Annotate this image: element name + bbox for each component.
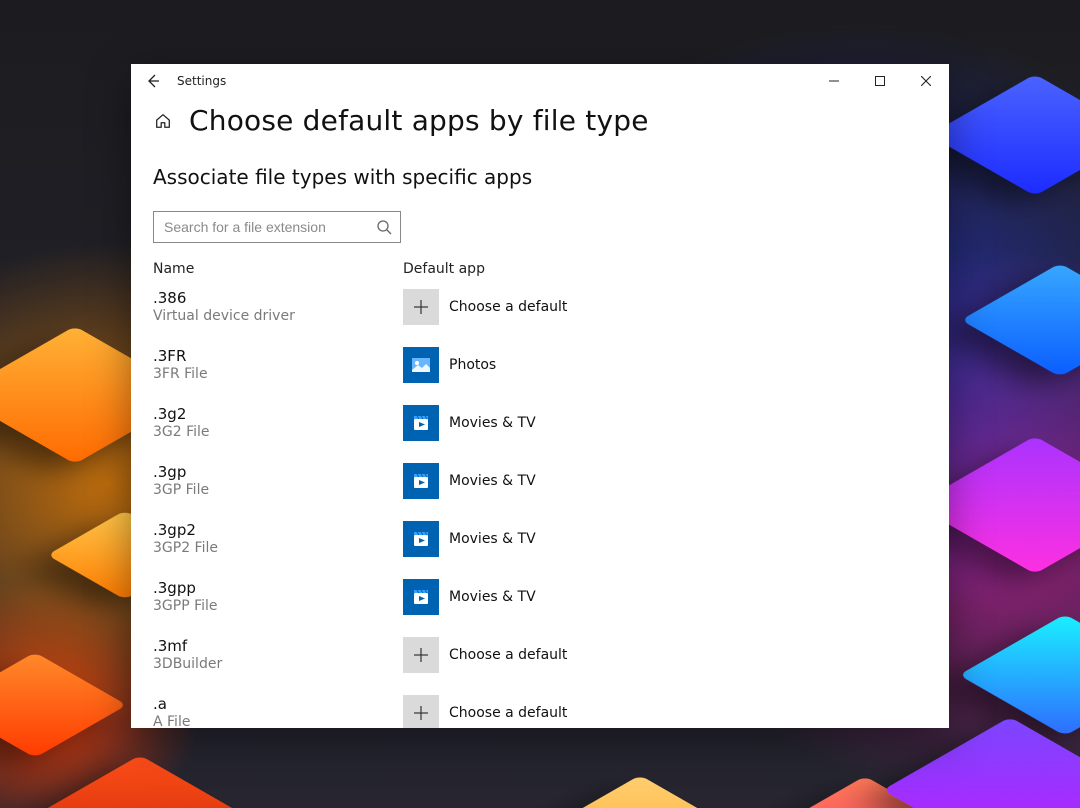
default-app-label: Choose a default: [449, 705, 567, 721]
default-app-selector[interactable]: Movies & TV: [403, 521, 536, 557]
file-type-row: .aA File Choose a default: [153, 695, 927, 728]
settings-window: Settings Choose default apps by file typ…: [131, 64, 949, 728]
page-title: Choose default apps by file type: [189, 104, 649, 137]
default-app-label: Movies & TV: [449, 473, 536, 489]
file-extension: .386: [153, 289, 403, 307]
file-type-list: .386Virtual device driver Choose a defaul…: [153, 289, 927, 728]
default-app-label: Movies & TV: [449, 531, 536, 547]
plus-icon: [403, 289, 439, 325]
file-description: 3DBuilder: [153, 656, 403, 672]
file-type-row: .3gp23GP2 File Movies & TV: [153, 521, 927, 557]
back-button[interactable]: [131, 64, 175, 98]
search-box[interactable]: [153, 211, 401, 243]
file-description: Virtual device driver: [153, 308, 403, 324]
default-app-selector[interactable]: Choose a default: [403, 637, 567, 673]
default-app-label: Photos: [449, 357, 496, 373]
file-type-row: .3mf3DBuilder Choose a default: [153, 637, 927, 673]
plus-icon: [403, 637, 439, 673]
file-description: A File: [153, 714, 403, 728]
column-header-name: Name: [153, 261, 403, 277]
default-app-label: Movies & TV: [449, 415, 536, 431]
movies-app-icon: [403, 521, 439, 557]
file-type-row: .3g23G2 File Movies & TV: [153, 405, 927, 441]
photos-app-icon: [403, 347, 439, 383]
file-type-row: .3gp3GP File Movies & TV: [153, 463, 927, 499]
file-description: 3G2 File: [153, 424, 403, 440]
file-extension: .3gpp: [153, 579, 403, 597]
column-header-default-app: Default app: [403, 261, 927, 277]
close-button[interactable]: [903, 64, 949, 98]
minimize-button[interactable]: [811, 64, 857, 98]
default-app-selector[interactable]: Photos: [403, 347, 496, 383]
titlebar: Settings: [131, 64, 949, 98]
file-extension: .3gp: [153, 463, 403, 481]
movies-app-icon: [403, 405, 439, 441]
default-app-label: Choose a default: [449, 647, 567, 663]
search-input[interactable]: [164, 219, 376, 235]
default-app-selector[interactable]: Choose a default: [403, 695, 567, 728]
file-type-row: .386Virtual device driver Choose a defaul…: [153, 289, 927, 325]
file-type-row: .3gpp3GPP File Movies & TV: [153, 579, 927, 615]
default-app-label: Choose a default: [449, 299, 567, 315]
window-title: Settings: [175, 74, 226, 88]
file-description: 3GP2 File: [153, 540, 403, 556]
search-icon: [376, 219, 392, 235]
file-description: 3GP File: [153, 482, 403, 498]
default-app-selector[interactable]: Movies & TV: [403, 579, 536, 615]
file-extension: .3FR: [153, 347, 403, 365]
default-app-selector[interactable]: Movies & TV: [403, 405, 536, 441]
plus-icon: [403, 695, 439, 728]
file-description: 3FR File: [153, 366, 403, 382]
file-description: 3GPP File: [153, 598, 403, 614]
movies-app-icon: [403, 579, 439, 615]
file-extension: .a: [153, 695, 403, 713]
default-app-selector[interactable]: Movies & TV: [403, 463, 536, 499]
maximize-button[interactable]: [857, 64, 903, 98]
file-extension: .3gp2: [153, 521, 403, 539]
page-subtitle: Associate file types with specific apps: [153, 165, 927, 189]
default-app-label: Movies & TV: [449, 589, 536, 605]
default-app-selector[interactable]: Choose a default: [403, 289, 567, 325]
file-extension: .3mf: [153, 637, 403, 655]
home-icon[interactable]: [153, 111, 173, 131]
movies-app-icon: [403, 463, 439, 499]
file-extension: .3g2: [153, 405, 403, 423]
file-type-row: .3FR3FR File Photos: [153, 347, 927, 383]
